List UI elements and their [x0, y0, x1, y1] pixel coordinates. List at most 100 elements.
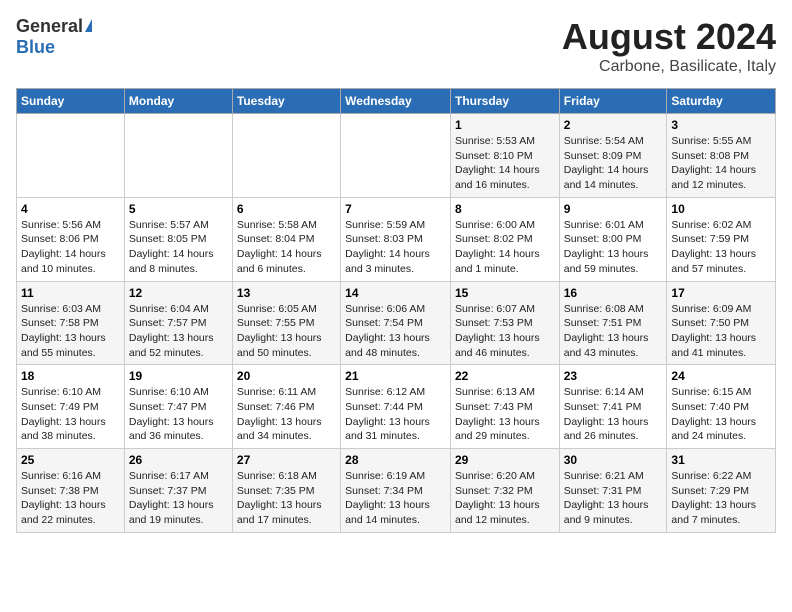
day-number: 1: [455, 118, 555, 132]
calendar-cell: 29 Sunrise: 6:20 AM Sunset: 7:32 PM Dayli…: [450, 449, 559, 533]
calendar-cell: 31 Sunrise: 6:22 AM Sunset: 7:29 PM Dayli…: [667, 449, 776, 533]
day-number: 12: [129, 286, 228, 300]
day-number: 29: [455, 453, 555, 467]
calendar-cell: 22Sunrise: 6:13 AM Sunset: 7:43 PM Dayli…: [450, 365, 559, 449]
calendar-cell: 15 Sunrise: 6:07 AM Sunset: 7:53 PM Dayli…: [450, 281, 559, 365]
weekday-header: Friday: [559, 89, 667, 114]
day-number: 25: [21, 453, 120, 467]
calendar-cell: [232, 114, 340, 198]
calendar-cell: 25 Sunrise: 6:16 AM Sunset: 7:38 PM Dayli…: [17, 449, 125, 533]
day-number: 27: [237, 453, 336, 467]
day-content: Sunrise: 6:04 AM Sunset: 7:57 PM Dayligh…: [129, 303, 214, 359]
day-content: Sunrise: 6:09 AM Sunset: 7:50 PM Dayligh…: [671, 303, 756, 359]
day-content: Sunrise: 5:56 AM Sunset: 8:06 PM Dayligh…: [21, 219, 106, 275]
calendar-cell: 11Sunrise: 6:03 AM Sunset: 7:58 PM Dayli…: [17, 281, 125, 365]
day-content: Sunrise: 6:10 AM Sunset: 7:47 PM Dayligh…: [129, 386, 214, 442]
day-content: Sunrise: 5:59 AM Sunset: 8:03 PM Dayligh…: [345, 219, 430, 275]
day-number: 9: [564, 202, 663, 216]
calendar-week-row: 4 Sunrise: 5:56 AM Sunset: 8:06 PM Daylig…: [17, 197, 776, 281]
day-content: Sunrise: 5:54 AM Sunset: 8:09 PM Dayligh…: [564, 135, 649, 191]
calendar-cell: 5Sunrise: 5:57 AM Sunset: 8:05 PM Daylig…: [124, 197, 232, 281]
logo-triangle: [85, 19, 92, 32]
calendar-cell: 6 Sunrise: 5:58 AM Sunset: 8:04 PM Daylig…: [232, 197, 340, 281]
day-content: Sunrise: 6:20 AM Sunset: 7:32 PM Dayligh…: [455, 470, 540, 526]
day-content: Sunrise: 6:17 AM Sunset: 7:37 PM Dayligh…: [129, 470, 214, 526]
day-content: Sunrise: 6:07 AM Sunset: 7:53 PM Dayligh…: [455, 303, 540, 359]
calendar-cell: 4 Sunrise: 5:56 AM Sunset: 8:06 PM Daylig…: [17, 197, 125, 281]
day-number: 30: [564, 453, 663, 467]
calendar-subtitle: Carbone, Basilicate, Italy: [562, 58, 776, 76]
calendar-table: SundayMondayTuesdayWednesdayThursdayFrid…: [16, 88, 776, 533]
day-number: 24: [671, 369, 771, 383]
calendar-cell: 28Sunrise: 6:19 AM Sunset: 7:34 PM Dayli…: [341, 449, 451, 533]
day-number: 8: [455, 202, 555, 216]
day-number: 7: [345, 202, 446, 216]
day-number: 20: [237, 369, 336, 383]
day-number: 21: [345, 369, 446, 383]
calendar-week-row: 1 Sunrise: 5:53 AM Sunset: 8:10 PM Daylig…: [17, 114, 776, 198]
day-number: 4: [21, 202, 120, 216]
day-number: 19: [129, 369, 228, 383]
logo-blue: Blue: [16, 37, 55, 58]
day-number: 31: [671, 453, 771, 467]
calendar-cell: 27Sunrise: 6:18 AM Sunset: 7:35 PM Dayli…: [232, 449, 340, 533]
day-number: 18: [21, 369, 120, 383]
day-number: 16: [564, 286, 663, 300]
calendar-cell: 17 Sunrise: 6:09 AM Sunset: 7:50 PM Dayli…: [667, 281, 776, 365]
day-number: 22: [455, 369, 555, 383]
calendar-cell: [124, 114, 232, 198]
day-content: Sunrise: 6:22 AM Sunset: 7:29 PM Dayligh…: [671, 470, 756, 526]
header-row: SundayMondayTuesdayWednesdayThursdayFrid…: [17, 89, 776, 114]
day-content: Sunrise: 6:14 AM Sunset: 7:41 PM Dayligh…: [564, 386, 649, 442]
calendar-cell: 13 Sunrise: 6:05 AM Sunset: 7:55 PM Dayli…: [232, 281, 340, 365]
day-number: 13: [237, 286, 336, 300]
day-content: Sunrise: 6:02 AM Sunset: 7:59 PM Dayligh…: [671, 219, 756, 275]
calendar-cell: 23 Sunrise: 6:14 AM Sunset: 7:41 PM Dayli…: [559, 365, 667, 449]
calendar-cell: [17, 114, 125, 198]
day-content: Sunrise: 5:58 AM Sunset: 8:04 PM Dayligh…: [237, 219, 322, 275]
calendar-title: August 2024: [562, 16, 776, 58]
day-content: Sunrise: 6:12 AM Sunset: 7:44 PM Dayligh…: [345, 386, 430, 442]
day-content: Sunrise: 6:03 AM Sunset: 7:58 PM Dayligh…: [21, 303, 106, 359]
calendar-week-row: 25 Sunrise: 6:16 AM Sunset: 7:38 PM Dayli…: [17, 449, 776, 533]
day-content: Sunrise: 6:08 AM Sunset: 7:51 PM Dayligh…: [564, 303, 649, 359]
calendar-cell: 1 Sunrise: 5:53 AM Sunset: 8:10 PM Daylig…: [450, 114, 559, 198]
day-content: Sunrise: 6:19 AM Sunset: 7:34 PM Dayligh…: [345, 470, 430, 526]
weekday-header: Sunday: [17, 89, 125, 114]
day-content: Sunrise: 6:16 AM Sunset: 7:38 PM Dayligh…: [21, 470, 106, 526]
day-number: 23: [564, 369, 663, 383]
calendar-week-row: 18 Sunrise: 6:10 AM Sunset: 7:49 PM Dayli…: [17, 365, 776, 449]
day-number: 2: [564, 118, 663, 132]
logo-general: General: [16, 16, 83, 37]
logo: General Blue: [16, 16, 92, 58]
day-content: Sunrise: 6:15 AM Sunset: 7:40 PM Dayligh…: [671, 386, 756, 442]
day-content: Sunrise: 6:05 AM Sunset: 7:55 PM Dayligh…: [237, 303, 322, 359]
calendar-cell: 3Sunrise: 5:55 AM Sunset: 8:08 PM Daylig…: [667, 114, 776, 198]
day-number: 17: [671, 286, 771, 300]
weekday-header: Wednesday: [341, 89, 451, 114]
calendar-cell: 21 Sunrise: 6:12 AM Sunset: 7:44 PM Dayli…: [341, 365, 451, 449]
day-content: Sunrise: 6:21 AM Sunset: 7:31 PM Dayligh…: [564, 470, 649, 526]
title-block: August 2024 Carbone, Basilicate, Italy: [562, 16, 776, 76]
day-content: Sunrise: 6:10 AM Sunset: 7:49 PM Dayligh…: [21, 386, 106, 442]
day-number: 26: [129, 453, 228, 467]
weekday-header: Saturday: [667, 89, 776, 114]
day-content: Sunrise: 6:06 AM Sunset: 7:54 PM Dayligh…: [345, 303, 430, 359]
day-content: Sunrise: 5:55 AM Sunset: 8:08 PM Dayligh…: [671, 135, 756, 191]
day-content: Sunrise: 5:53 AM Sunset: 8:10 PM Dayligh…: [455, 135, 540, 191]
calendar-cell: 8Sunrise: 6:00 AM Sunset: 8:02 PM Daylig…: [450, 197, 559, 281]
calendar-cell: 30 Sunrise: 6:21 AM Sunset: 7:31 PM Dayli…: [559, 449, 667, 533]
calendar-cell: 16 Sunrise: 6:08 AM Sunset: 7:51 PM Dayli…: [559, 281, 667, 365]
calendar-cell: [341, 114, 451, 198]
day-number: 10: [671, 202, 771, 216]
calendar-cell: 18 Sunrise: 6:10 AM Sunset: 7:49 PM Dayli…: [17, 365, 125, 449]
day-content: Sunrise: 5:57 AM Sunset: 8:05 PM Dayligh…: [129, 219, 214, 275]
weekday-header: Tuesday: [232, 89, 340, 114]
calendar-cell: 14Sunrise: 6:06 AM Sunset: 7:54 PM Dayli…: [341, 281, 451, 365]
weekday-header: Monday: [124, 89, 232, 114]
calendar-cell: 20Sunrise: 6:11 AM Sunset: 7:46 PM Dayli…: [232, 365, 340, 449]
day-number: 6: [237, 202, 336, 216]
calendar-cell: 26 Sunrise: 6:17 AM Sunset: 7:37 PM Dayli…: [124, 449, 232, 533]
day-number: 15: [455, 286, 555, 300]
calendar-week-row: 11Sunrise: 6:03 AM Sunset: 7:58 PM Dayli…: [17, 281, 776, 365]
